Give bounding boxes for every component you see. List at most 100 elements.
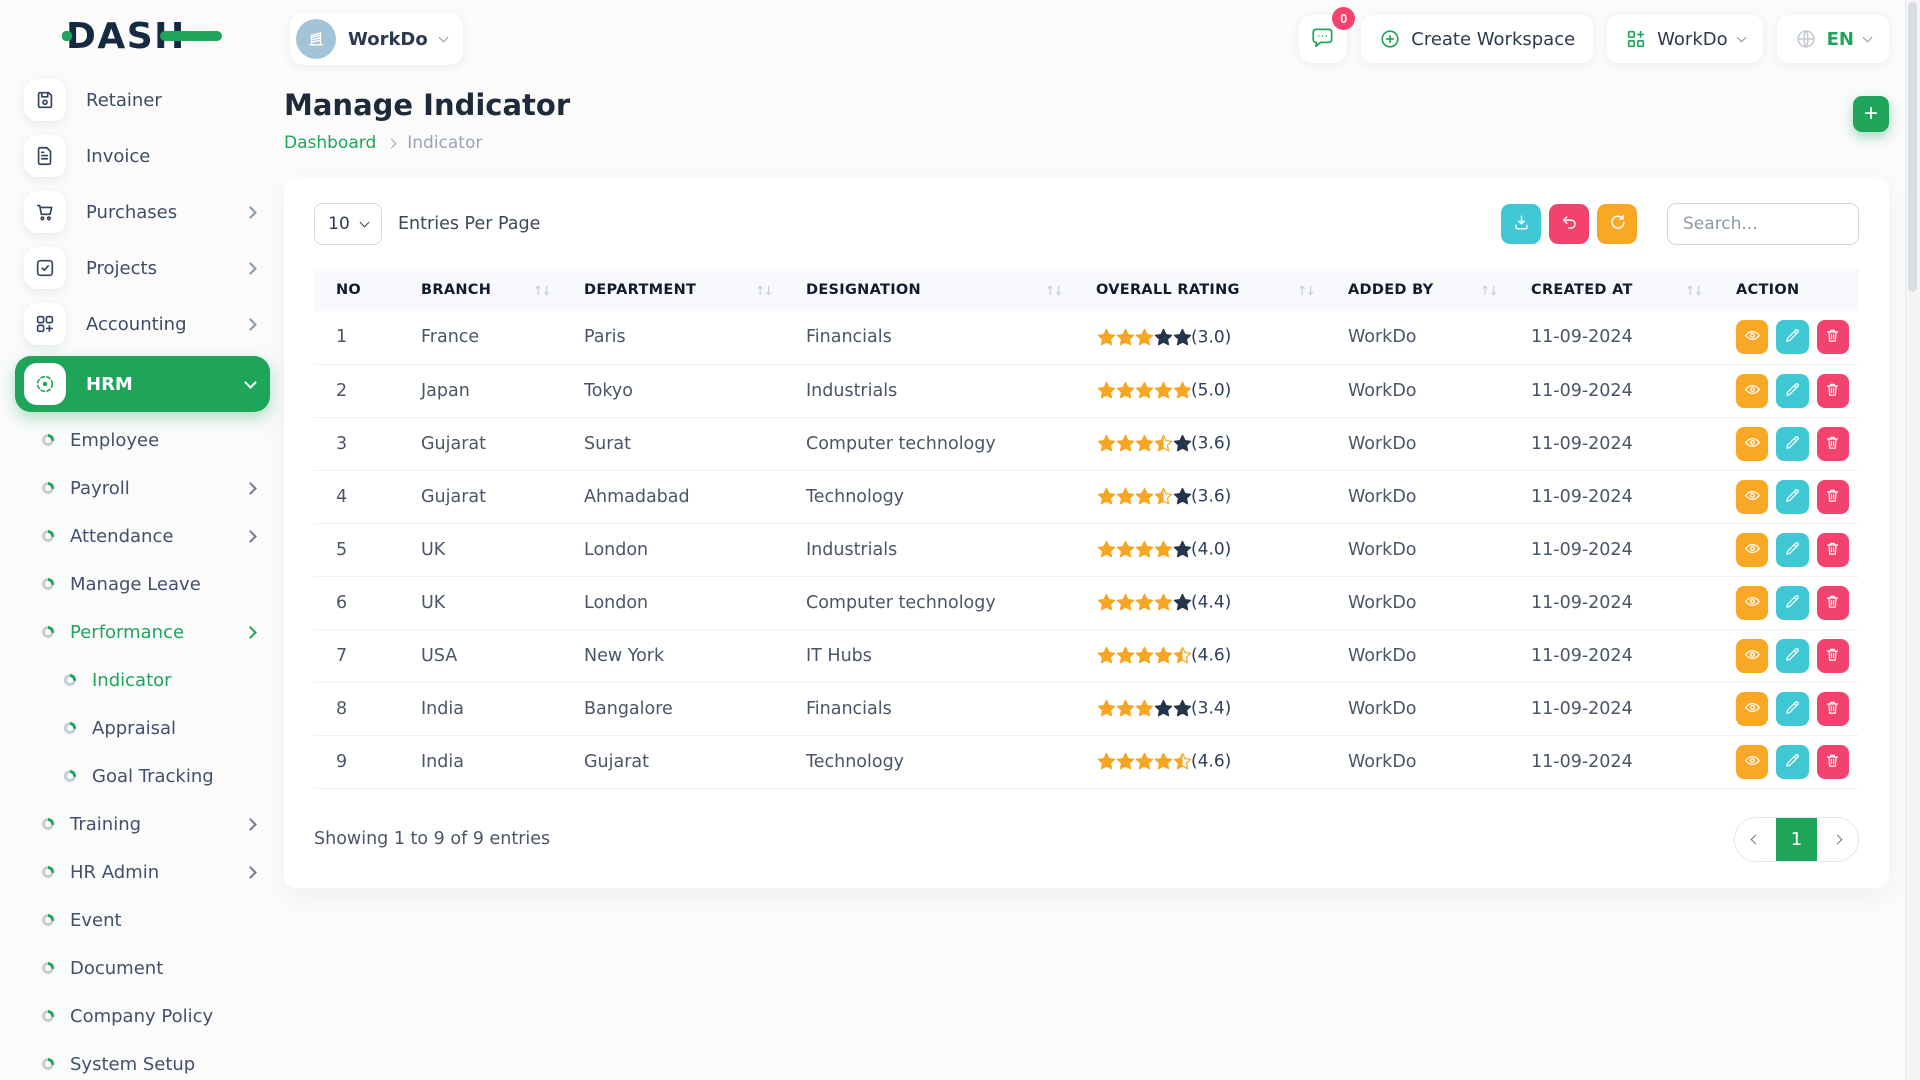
sidebar-item-payroll[interactable]: Payroll xyxy=(0,464,270,512)
star-full-icon xyxy=(1096,751,1117,772)
star-full-icon xyxy=(1134,327,1155,348)
cell-overall-rating: (3.4) xyxy=(1074,682,1326,735)
star-full-icon xyxy=(1115,380,1136,401)
indicator-card: 10 Entries Per Page NOB xyxy=(284,177,1889,888)
cell-designation: Technology xyxy=(784,735,1074,788)
view-button[interactable] xyxy=(1736,586,1768,620)
edit-button[interactable] xyxy=(1776,639,1808,673)
sidebar-item-attendance[interactable]: Attendance xyxy=(0,512,270,560)
view-button[interactable] xyxy=(1736,480,1768,514)
edit-button[interactable] xyxy=(1776,427,1808,461)
sidebar-item-label: Invoice xyxy=(86,146,270,167)
sort-icon[interactable]: ↑↓ xyxy=(1045,283,1062,298)
sort-icon[interactable]: ↑↓ xyxy=(1297,283,1314,298)
view-button[interactable] xyxy=(1736,427,1768,461)
edit-button[interactable] xyxy=(1776,374,1808,408)
sort-icon[interactable]: ↑↓ xyxy=(1685,283,1702,298)
projects-icon xyxy=(24,247,66,289)
edit-button[interactable] xyxy=(1776,586,1808,620)
edit-button[interactable] xyxy=(1776,692,1808,726)
delete-button[interactable] xyxy=(1817,639,1849,673)
sidebar-item-label: HRM xyxy=(86,374,246,395)
delete-button[interactable] xyxy=(1817,533,1849,567)
entries-per-page-select[interactable]: 10 xyxy=(314,203,382,245)
sidebar-item-hrm[interactable]: HRM xyxy=(15,356,270,412)
cell-designation: Computer technology xyxy=(784,417,1074,470)
prev-page-button[interactable] xyxy=(1735,818,1776,861)
sidebar-item-appraisal[interactable]: Appraisal xyxy=(0,704,270,752)
edit-button[interactable] xyxy=(1776,480,1808,514)
view-button[interactable] xyxy=(1736,374,1768,408)
chevron-down-icon xyxy=(244,376,257,389)
sidebar-item-accounting[interactable]: Accounting xyxy=(15,296,270,352)
next-page-button[interactable] xyxy=(1817,818,1858,861)
sidebar-item-training[interactable]: Training xyxy=(0,800,270,848)
edit-button[interactable] xyxy=(1776,533,1808,567)
sidebar-item-purchases[interactable]: Purchases xyxy=(15,184,270,240)
sidebar-item-document[interactable]: Document xyxy=(0,944,270,992)
sidebar-item-invoice[interactable]: Invoice xyxy=(15,128,270,184)
view-button[interactable] xyxy=(1736,533,1768,567)
delete-button[interactable] xyxy=(1817,374,1849,408)
cell-action xyxy=(1714,576,1859,629)
sort-icon[interactable]: ↑↓ xyxy=(1480,283,1497,298)
sidebar-item-performance[interactable]: Performance xyxy=(0,608,270,656)
cell-department: Paris xyxy=(562,311,784,364)
sidebar-item-goal-tracking[interactable]: Goal Tracking xyxy=(0,752,270,800)
sidebar-item-label: Projects xyxy=(86,258,246,279)
entries-per-page-label: Entries Per Page xyxy=(398,214,540,234)
edit-button[interactable] xyxy=(1776,745,1808,779)
star-full-icon xyxy=(1134,380,1155,401)
sort-icon[interactable]: ↑↓ xyxy=(533,283,550,298)
col-header-added-by: ADDED BY↑↓ xyxy=(1326,269,1509,311)
delete-button[interactable] xyxy=(1817,745,1849,779)
star-full-icon xyxy=(1134,698,1155,719)
cell-no: 7 xyxy=(314,629,399,682)
create-workspace-button[interactable]: Create Workspace xyxy=(1361,15,1593,63)
sidebar-item-company-policy[interactable]: Company Policy xyxy=(0,992,270,1040)
sidebar-item-event[interactable]: Event xyxy=(0,896,270,944)
delete-button[interactable] xyxy=(1817,427,1849,461)
sidebar-item-system-setup[interactable]: System Setup xyxy=(0,1040,270,1080)
view-button[interactable] xyxy=(1736,320,1768,354)
search-input[interactable] xyxy=(1667,203,1859,245)
sidebar-item-manage-leave[interactable]: Manage Leave xyxy=(0,560,270,608)
cell-designation: Financials xyxy=(784,311,1074,364)
workspace-menu-button[interactable]: WorkDo xyxy=(1607,15,1762,63)
export-button[interactable] xyxy=(1501,204,1541,244)
trash-icon xyxy=(1824,487,1841,507)
trash-icon xyxy=(1824,593,1841,613)
sidebar-item-retainer[interactable]: Retainer xyxy=(15,72,270,128)
edit-button[interactable] xyxy=(1776,320,1808,354)
delete-button[interactable] xyxy=(1817,480,1849,514)
sidebar-item-employee[interactable]: Employee xyxy=(0,416,270,464)
brand-logo[interactable]: DASH xyxy=(0,0,284,72)
view-button[interactable] xyxy=(1736,692,1768,726)
star-full-icon xyxy=(1096,645,1117,666)
cell-overall-rating: (3.0) xyxy=(1074,311,1326,364)
table-footer: Showing 1 to 9 of 9 entries 1 xyxy=(314,817,1859,862)
view-button[interactable] xyxy=(1736,639,1768,673)
sort-icon[interactable]: ↑↓ xyxy=(755,283,772,298)
sidebar-item-hr-admin[interactable]: HR Admin xyxy=(0,848,270,896)
view-button[interactable] xyxy=(1736,745,1768,779)
cell-created-at: 11-09-2024 xyxy=(1509,417,1714,470)
messages-button[interactable]: 0 xyxy=(1299,15,1347,63)
refresh-button[interactable] xyxy=(1597,204,1637,244)
delete-button[interactable] xyxy=(1817,586,1849,620)
add-indicator-button[interactable]: + xyxy=(1853,96,1889,132)
breadcrumb-dashboard[interactable]: Dashboard xyxy=(284,133,376,153)
sidebar-item-indicator[interactable]: Indicator xyxy=(0,656,270,704)
workspace-switcher[interactable]: WorkDo xyxy=(290,13,463,65)
chevron-down-icon xyxy=(359,218,369,228)
cell-designation: Financials xyxy=(784,682,1074,735)
language-menu-button[interactable]: EN xyxy=(1777,15,1889,63)
scrollbar-thumb[interactable] xyxy=(1908,2,1917,292)
sidebar-item-projects[interactable]: Projects xyxy=(15,240,270,296)
delete-button[interactable] xyxy=(1817,320,1849,354)
cell-added-by: WorkDo xyxy=(1326,364,1509,417)
page-title: Manage Indicator xyxy=(284,88,570,122)
reset-button[interactable] xyxy=(1549,204,1589,244)
scrollbar[interactable] xyxy=(1905,0,1920,1080)
delete-button[interactable] xyxy=(1817,692,1849,726)
